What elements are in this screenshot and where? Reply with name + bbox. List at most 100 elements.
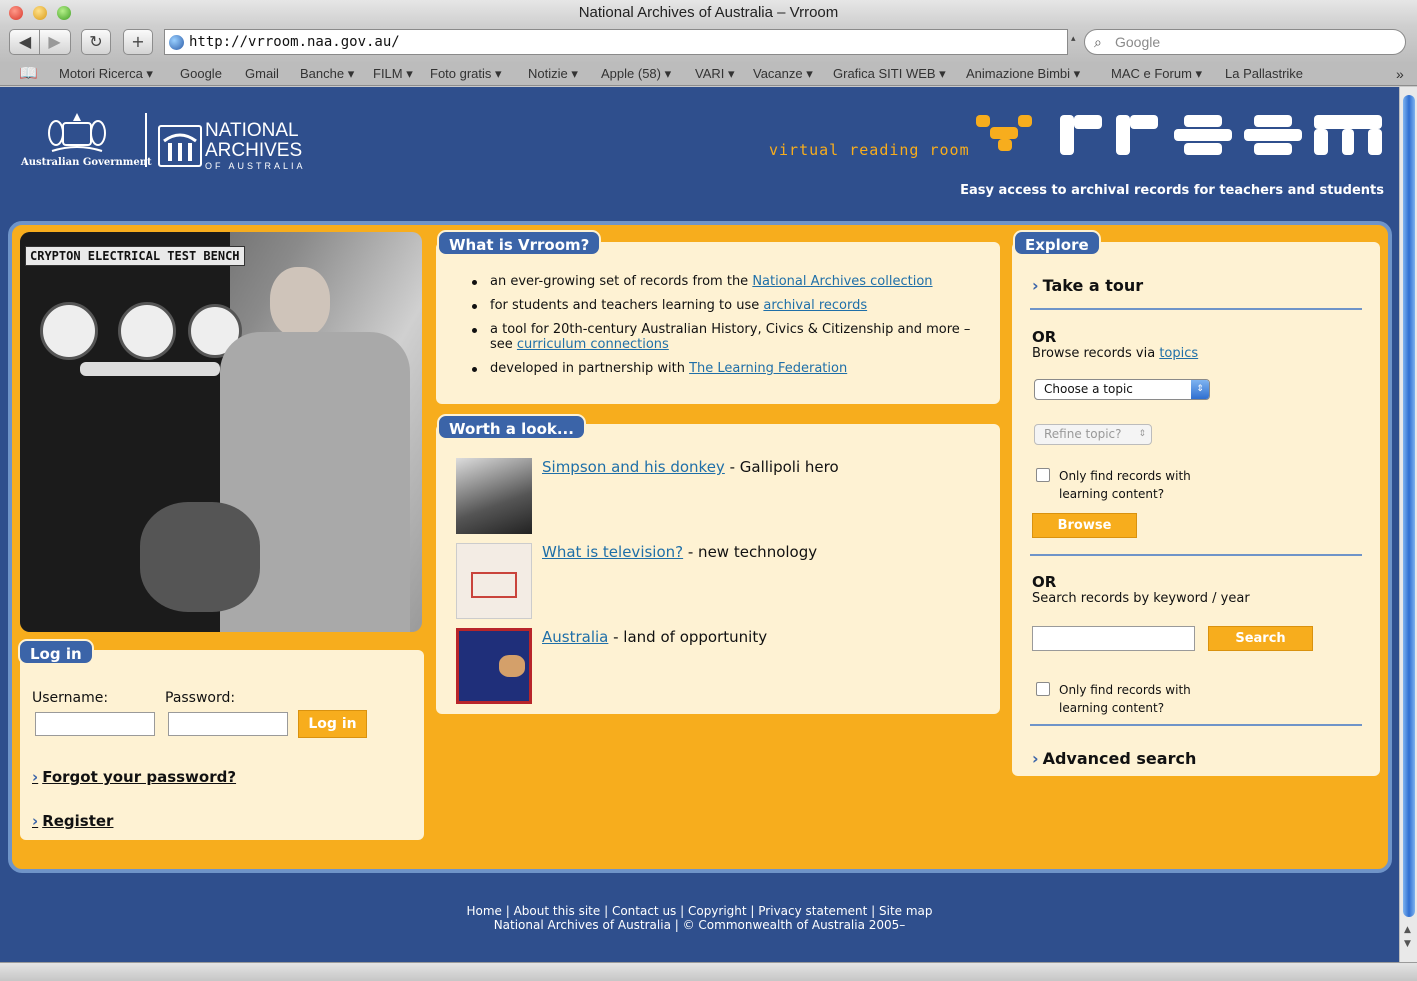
coat-of-arms-logo [46, 111, 108, 157]
refine-topic-select[interactable]: Refine topic? ⇕ [1034, 424, 1152, 445]
what-is-vrroom-panel: an ever-growing set of records from the … [436, 242, 1000, 404]
bookmark-item[interactable]: Foto gratis ▾ [430, 62, 502, 86]
take-a-tour-link[interactable]: › Take a tour [1032, 276, 1143, 295]
reload-icon: ↻ [89, 32, 103, 51]
footer-links: Home | About this site | Contact us | Co… [466, 904, 933, 918]
footer-copyright-link[interactable]: Copyright [688, 904, 747, 918]
register-label: Register [42, 812, 114, 830]
reload-button[interactable]: ↻ [81, 29, 111, 55]
curriculum-connections-link[interactable]: curriculum connections [517, 337, 669, 352]
australia-link[interactable]: Australia [542, 628, 608, 646]
address-dropdown-icon[interactable]: ▴ [1071, 34, 1076, 44]
advanced-search-label: Advanced search [1042, 749, 1197, 768]
username-label: Username: [32, 690, 109, 706]
bookmark-item[interactable]: Animazione Bimbi ▾ [966, 62, 1080, 86]
simpson-donkey-thumbnail[interactable] [456, 458, 532, 534]
bookmark-item[interactable]: Banche ▾ [300, 62, 354, 86]
password-input[interactable] [168, 712, 288, 736]
status-bar [0, 962, 1417, 981]
what-is-television-link[interactable]: What is television? [542, 543, 683, 561]
or-label: OR [1032, 573, 1057, 591]
username-input[interactable] [35, 712, 155, 736]
bookmark-item[interactable]: Notizie ▾ [528, 62, 578, 86]
close-window-button[interactable] [9, 6, 23, 20]
bookmark-item[interactable]: La Pallastrike [1225, 62, 1303, 86]
zoom-window-button[interactable] [57, 6, 71, 20]
section-divider [1030, 308, 1362, 310]
bookmark-item[interactable]: Google [180, 62, 222, 86]
scrollbar-thumb[interactable] [1403, 95, 1415, 917]
topics-link[interactable]: topics [1159, 346, 1198, 361]
topic-select[interactable]: Choose a topic ⇕ [1034, 379, 1210, 400]
bookmark-item[interactable]: Gmail [245, 62, 279, 86]
learning-content-checkbox-2[interactable] [1036, 682, 1050, 696]
bookmark-item[interactable]: Apple (58) ▾ [601, 62, 671, 86]
worth-item-television: What is television? - new technology [542, 543, 817, 561]
archival-records-link[interactable]: archival records [763, 298, 867, 313]
forgot-password-label: Forgot your password? [42, 768, 237, 786]
archives-line2: ARCHIVES [205, 140, 303, 161]
back-icon[interactable]: ◀ [11, 30, 40, 54]
add-bookmark-button[interactable]: + [123, 29, 153, 55]
search-button[interactable]: Search [1208, 626, 1313, 651]
photo-caption: CRYPTON ELECTRICAL TEST BENCH [25, 246, 245, 266]
crypton-test-bench-photo: CRYPTON ELECTRICAL TEST BENCH [20, 232, 422, 632]
forward-icon[interactable]: ▶ [40, 30, 69, 54]
scroll-up-icon[interactable]: ▲ [1404, 925, 1411, 935]
bookmark-item[interactable]: Vacanze ▾ [753, 62, 813, 86]
list-item: an ever-growing set of records from the … [472, 274, 982, 289]
tab-explore: Explore [1013, 230, 1101, 256]
keyword-search-input[interactable] [1032, 626, 1195, 651]
what-is-vrroom-list: an ever-growing set of records from the … [472, 274, 982, 385]
list-item: developed in partnership with The Learni… [472, 361, 982, 376]
address-bar[interactable]: http://vrroom.naa.gov.au/ [164, 29, 1068, 55]
learning-content-checkbox[interactable] [1036, 468, 1050, 482]
bookmarks-book-icon[interactable]: 📖 [19, 62, 38, 86]
learning-federation-link[interactable]: The Learning Federation [689, 361, 847, 376]
site-tagline: Easy access to archival records for teac… [960, 183, 1384, 198]
footer-sitemap-link[interactable]: Site map [879, 904, 933, 918]
national-archives-collection-link[interactable]: National Archives collection [752, 274, 932, 289]
footer-copyright-text: National Archives of Australia | © Commo… [493, 918, 906, 932]
footer-privacy-link[interactable]: Privacy statement [758, 904, 867, 918]
minimize-window-button[interactable] [33, 6, 47, 20]
television-document-thumbnail[interactable] [456, 543, 532, 619]
bookmark-item[interactable]: VARI ▾ [695, 62, 735, 86]
arrow-right-icon: › [32, 812, 39, 830]
overflow-chevron-icon[interactable]: » [1396, 62, 1404, 86]
login-button[interactable]: Log in [298, 710, 367, 738]
or-label: OR [1032, 328, 1057, 346]
search-icon: ⌕ [1094, 34, 1102, 50]
web-page: Australian Government NATIONAL ARCHIVES … [0, 87, 1399, 962]
select-arrows-icon: ⇕ [1191, 380, 1209, 399]
simpson-donkey-link[interactable]: Simpson and his donkey [542, 458, 725, 476]
forgot-password-link[interactable]: › Forgot your password? [32, 768, 236, 786]
register-link[interactable]: › Register [32, 812, 113, 830]
bookmark-item[interactable]: Grafica SITI WEB ▾ [833, 62, 946, 86]
browse-button[interactable]: Browse [1032, 513, 1137, 538]
main-content-frame: CRYPTON ELECTRICAL TEST BENCH Username: … [8, 221, 1392, 873]
advanced-search-link[interactable]: › Advanced search [1032, 749, 1196, 768]
window-title: National Archives of Australia – Vrroom [578, 4, 839, 21]
item-text: developed in partnership with [490, 361, 690, 376]
footer-contact-link[interactable]: Contact us [612, 904, 676, 918]
scroll-down-icon[interactable]: ▼ [1404, 939, 1411, 949]
learning-content-label: Only find records with learning content? [1059, 469, 1191, 501]
topic-select-value: Choose a topic [1044, 382, 1133, 396]
vertical-scrollbar[interactable]: ▲ ▼ [1399, 87, 1417, 962]
browse-via-topics-text: Browse records via topics [1032, 346, 1198, 361]
footer-home-link[interactable]: Home [466, 904, 501, 918]
window-title-bar: National Archives of Australia – Vrroom [0, 0, 1417, 26]
bookmark-item[interactable]: Motori Ricerca ▾ [59, 62, 153, 86]
bookmark-item[interactable]: MAC e Forum ▾ [1111, 62, 1202, 86]
worth-a-look-panel: Simpson and his donkey - Gallipoli hero … [436, 424, 1000, 714]
australia-poster-thumbnail[interactable] [456, 628, 532, 704]
archives-line1: NATIONAL [205, 120, 299, 141]
browser-search-field[interactable]: ⌕ Google [1084, 29, 1406, 55]
search-records-label: Search records by keyword / year [1032, 591, 1250, 606]
browser-toolbar: ◀ ▶ ↻ + http://vrroom.naa.gov.au/ ▴ ⌕ Goo… [0, 26, 1417, 62]
footer-about-link[interactable]: About this site [514, 904, 601, 918]
logo-divider [145, 113, 147, 167]
arrow-right-icon: › [1032, 276, 1039, 295]
bookmark-item[interactable]: FILM ▾ [373, 62, 413, 86]
